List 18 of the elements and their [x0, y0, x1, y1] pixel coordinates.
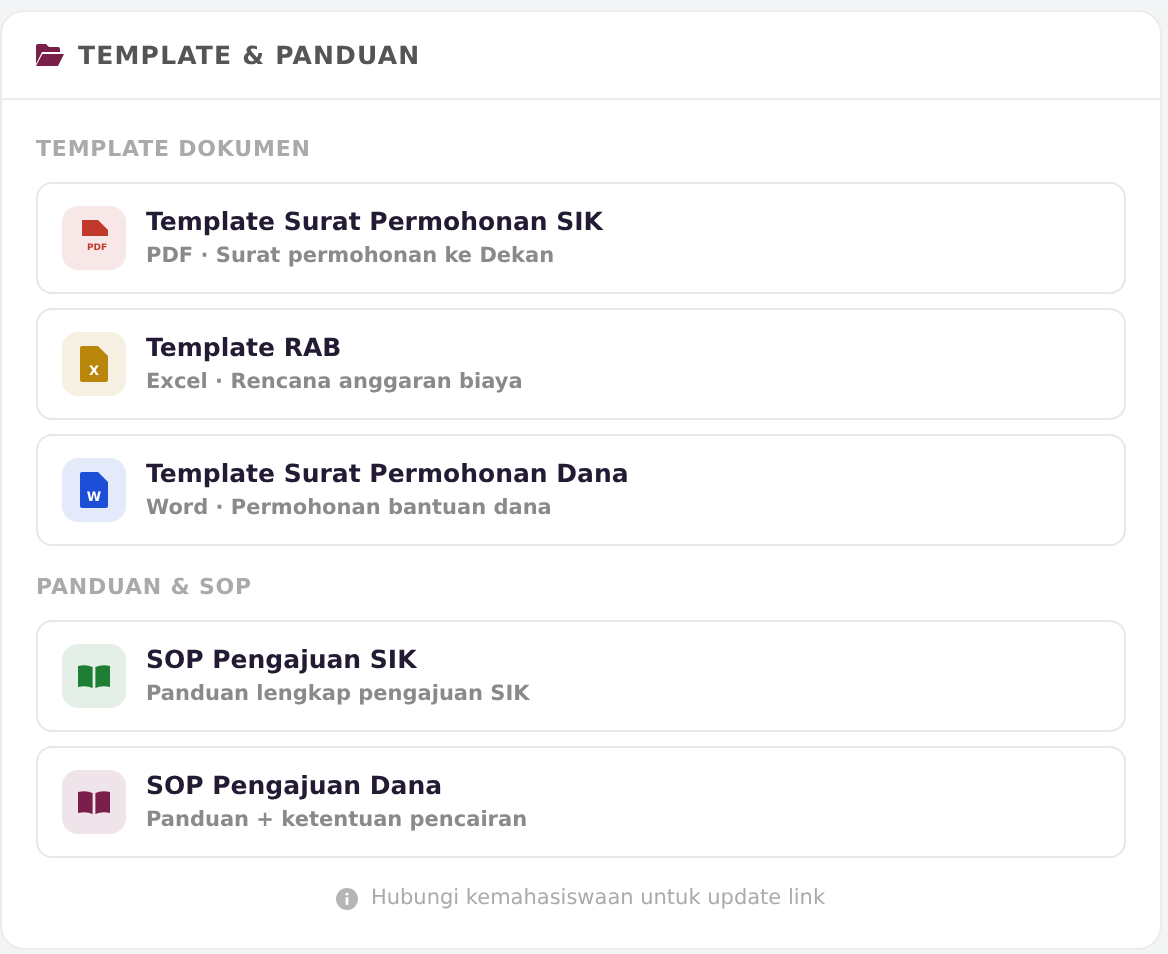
panel-title: TEMPLATE & PANDUAN: [78, 40, 421, 70]
item-title: SOP Pengajuan Dana: [146, 768, 445, 802]
section-title: PANDUAN & SOP: [36, 574, 255, 600]
item-subtitle: Excel · Rencana anggaran biaya: [146, 368, 523, 398]
item-title: Template RAB: [146, 330, 344, 364]
section-title: TEMPLATE DOKUMEN: [36, 136, 313, 162]
footer-note: Hubungi kemahasiswaan untuk update link: [370, 886, 826, 910]
item-title: Template Surat Permohonan SIK: [146, 204, 603, 238]
item-title: Template Surat Permohonan Dana: [146, 456, 629, 490]
folder-icon: [36, 44, 64, 66]
item-subtitle: PDF · Surat permohonan ke Dekan: [146, 242, 557, 272]
item-subtitle: Panduan + ketentuan pencairan: [146, 806, 528, 836]
item-subtitle: Panduan lengkap pengajuan SIK: [146, 680, 530, 710]
item-subtitle: Word · Permohonan bantuan dana: [146, 494, 554, 524]
item-title: SOP Pengajuan SIK: [146, 642, 419, 676]
document-item[interactable]: SOP Pengajuan Dana Panduan + ketentuan pencairan: [36, 746, 1126, 858]
info-icon: [336, 887, 359, 909]
document-item[interactable]: SOP Pengajuan SIK Panduan lengkap pengajuan SIK: [36, 620, 1126, 732]
